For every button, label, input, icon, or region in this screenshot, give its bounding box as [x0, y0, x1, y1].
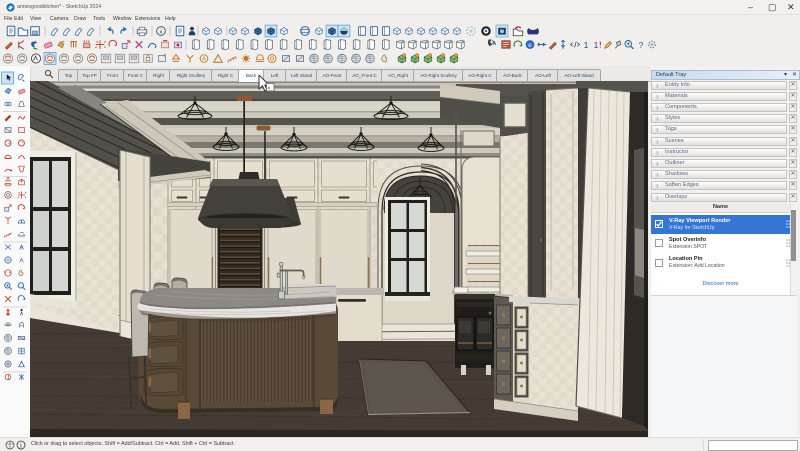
svg-text:A: A [19, 257, 24, 264]
svg-text:A: A [202, 57, 206, 63]
svg-text:A: A [19, 244, 24, 251]
svg-text:?: ? [639, 40, 644, 50]
svg-text:1: 1 [594, 40, 599, 50]
svg-text:i: i [20, 441, 22, 449]
svg-text:e: e [528, 42, 532, 49]
svg-text:1: 1 [584, 40, 589, 50]
